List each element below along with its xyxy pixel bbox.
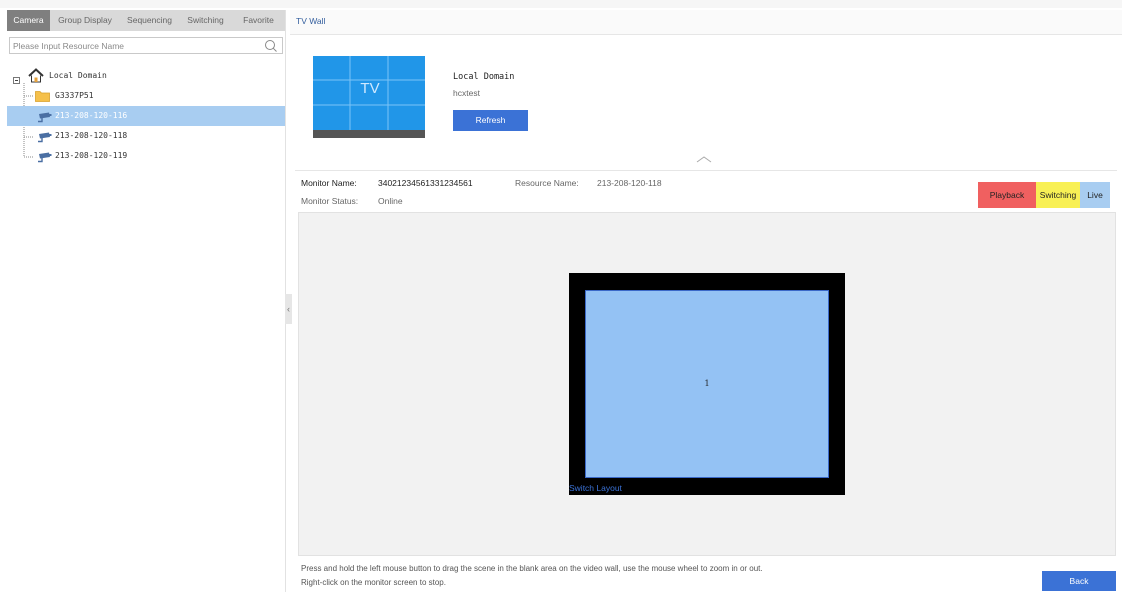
chevron-up-icon[interactable] [696, 155, 712, 163]
refresh-button[interactable]: Refresh [453, 110, 528, 131]
monitor-name-value: 34021234561331234561 [378, 178, 473, 188]
resource-panel: Camera Group Display Sequencing Switchin… [7, 10, 286, 592]
resource-tabs: Camera Group Display Sequencing Switchin… [7, 10, 285, 31]
top-strip [0, 0, 1122, 8]
switch-layout-link[interactable]: Switch Layout [569, 483, 622, 493]
tab-sequencing[interactable]: Sequencing [120, 10, 179, 31]
tree-item-selected[interactable]: 213-208-120-116 [7, 106, 285, 126]
video-wall-stage[interactable]: 1 Switch Layout [298, 212, 1116, 556]
home-icon [28, 68, 44, 83]
tv-thumbnail-label: TV [360, 80, 380, 97]
monitor-status-label: Monitor Status: [301, 196, 359, 206]
tab-favorite[interactable]: Favorite [232, 10, 285, 31]
page-title: TV Wall [296, 16, 326, 26]
tree-root-label: Local Domain [49, 71, 107, 80]
camera-icon [37, 151, 53, 163]
switching-mode-button[interactable]: Switching [1036, 182, 1080, 208]
camera-icon [37, 131, 53, 143]
tv-wall-title-bar: TV Wall [290, 10, 1122, 35]
window-number: 1 [704, 379, 710, 388]
hint-text: Right-click on the monitor screen to sto… [301, 578, 446, 587]
resource-name-value: 213-208-120-118 [597, 178, 662, 188]
domain-name: Local Domain [453, 72, 515, 82]
tv-wall-thumbnail[interactable]: TV [313, 56, 425, 138]
tv-wall-panel: TV Wall TV Local Domain hcxtest Refresh … [290, 10, 1122, 592]
resource-name-label: Resource Name: [515, 178, 579, 188]
domain-sub-name: hcxtest [453, 88, 480, 98]
tree-item[interactable]: 213-208-120-119 [7, 146, 285, 166]
tab-camera[interactable]: Camera [7, 10, 50, 31]
search-icon[interactable] [264, 39, 278, 53]
folder-icon [35, 90, 50, 102]
tree-root-local-domain[interactable]: Local Domain [7, 66, 285, 86]
tv-wall-stand [313, 130, 425, 138]
search-input[interactable] [13, 39, 253, 52]
tab-group-display[interactable]: Group Display [50, 10, 120, 31]
tree-item-label: G3337P51 [55, 91, 94, 100]
divider [295, 170, 1117, 171]
monitor-window[interactable]: 1 [585, 290, 829, 478]
tree-item-label: 213-208-120-119 [55, 151, 128, 160]
collapse-toggle-icon[interactable] [13, 72, 20, 84]
tree-item-label: 213-208-120-116 [55, 111, 128, 120]
back-button[interactable]: Back [1042, 571, 1116, 591]
hint-text: Press and hold the left mouse button to … [301, 564, 763, 573]
camera-icon [37, 111, 53, 123]
resource-search [9, 37, 283, 54]
tree-item[interactable]: G3337P51 [7, 86, 285, 106]
monitor-name-label: Monitor Name: [301, 178, 357, 188]
tree-item[interactable]: 213-208-120-118 [7, 126, 285, 146]
monitor-status-value: Online [378, 196, 403, 206]
tab-switching[interactable]: Switching [179, 10, 232, 31]
tree-item-label: 213-208-120-118 [55, 131, 128, 140]
playback-mode-button[interactable]: Playback [978, 182, 1036, 208]
live-mode-button[interactable]: Live [1080, 182, 1110, 208]
monitor-screen[interactable]: 1 Switch Layout [569, 273, 845, 495]
